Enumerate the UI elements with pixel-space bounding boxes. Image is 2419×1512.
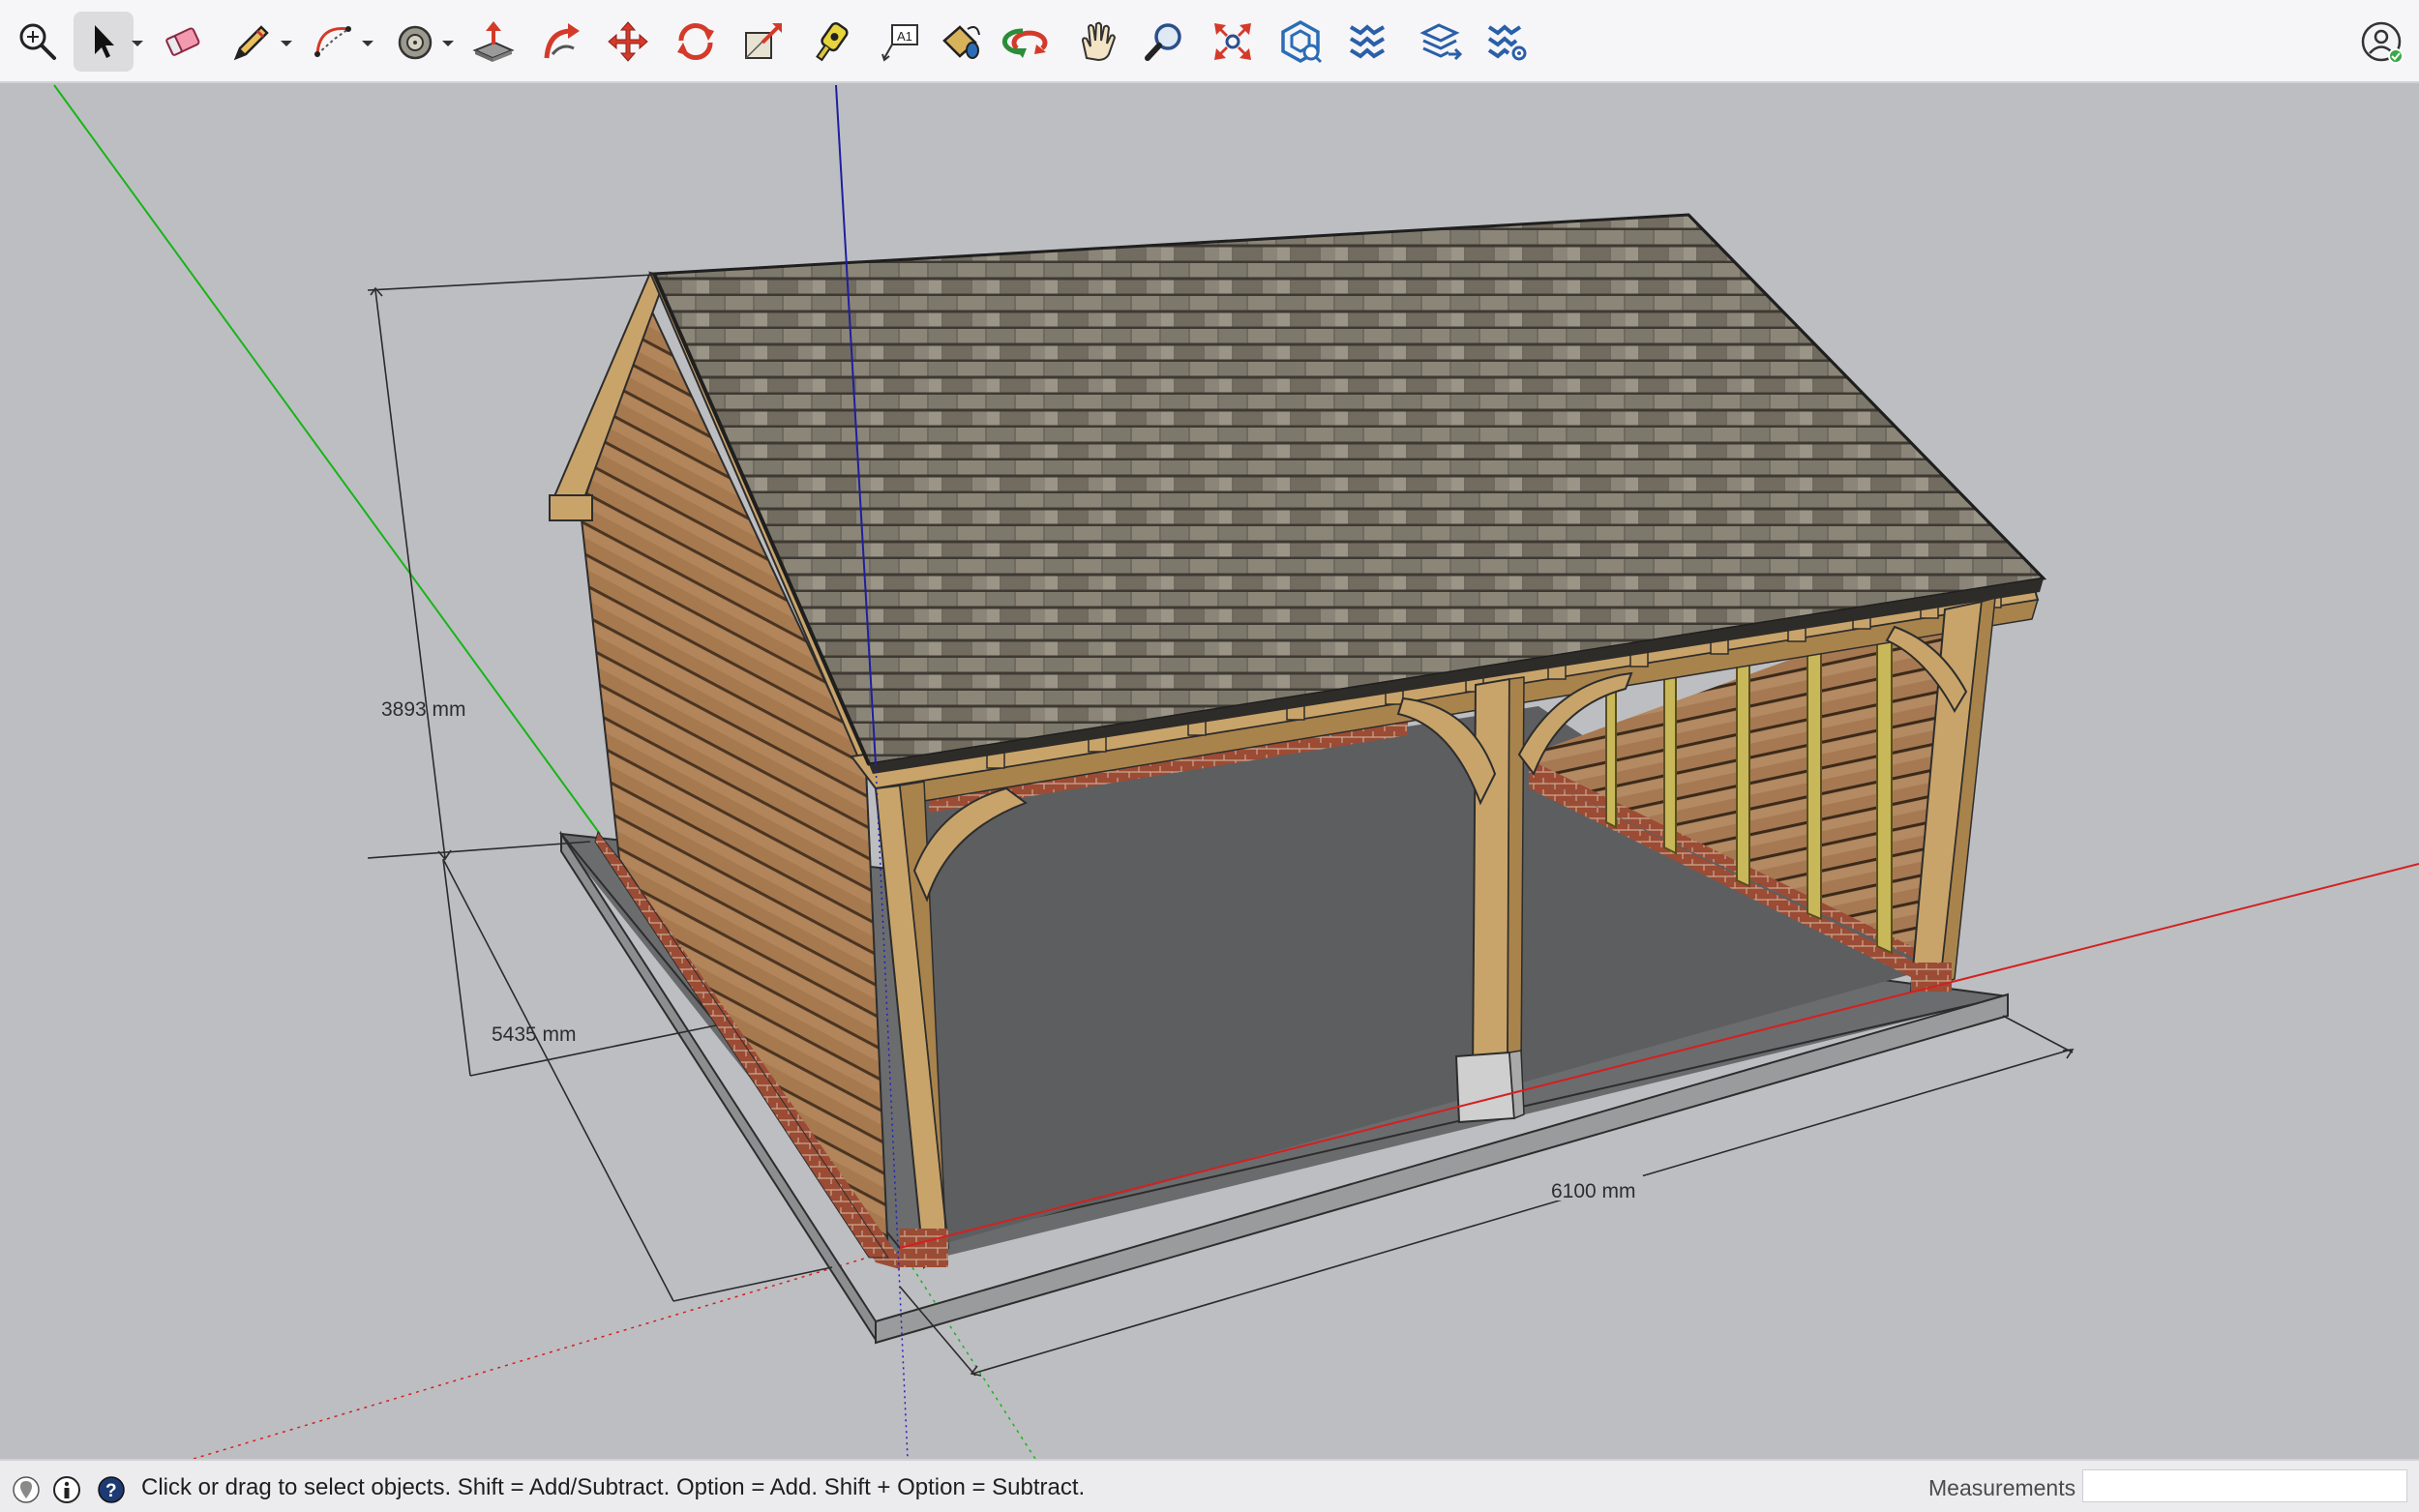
width-dimension-label: 6100 mm	[1551, 1180, 1636, 1202]
rotate-icon	[677, 22, 714, 61]
credits-icon	[53, 1476, 80, 1503]
orbit-icon	[1001, 28, 1048, 58]
tape-measure-tool-button[interactable]	[801, 12, 861, 72]
pan-tool-button[interactable]	[1067, 12, 1127, 72]
green-axis-dotted	[899, 1247, 1036, 1459]
status-message: Click or drag to select objects. Shift =…	[141, 1474, 1086, 1500]
text-tool-button[interactable]: A1	[871, 12, 931, 72]
push-pull-tool-button[interactable]	[463, 12, 523, 72]
layout-send-tool-button[interactable]	[1412, 12, 1472, 72]
follow-me-icon	[544, 23, 580, 59]
zoom-extents-tool-button[interactable]	[1203, 12, 1263, 72]
paint-bucket-tool-button[interactable]	[385, 12, 445, 72]
3d-model-viewport[interactable]: 3893 mm 5435 mm 6100 mm	[0, 83, 2419, 1459]
chevron-down-icon	[362, 41, 373, 46]
line-tool-button[interactable]	[221, 12, 281, 72]
extension-manager-tool-button[interactable]	[1478, 12, 1538, 72]
credits-button[interactable]	[52, 1475, 81, 1504]
pencil-icon	[233, 25, 269, 61]
measurements-label: Measurements	[1928, 1475, 2076, 1500]
scene-canvas[interactable]: 3893 mm 5435 mm 6100 mm	[0, 83, 2419, 1459]
select-tool-button[interactable]	[74, 12, 134, 72]
eraser-tool-button[interactable]	[153, 12, 213, 72]
text-tool-glyph: A1	[897, 29, 912, 44]
layers-send-icon	[1419, 23, 1463, 61]
select-arrow-icon	[95, 25, 114, 58]
hand-icon	[1081, 21, 1117, 62]
arc-tool-dropdown[interactable]	[359, 37, 376, 50]
help-button[interactable]: ?	[97, 1475, 126, 1504]
push-pull-icon	[472, 21, 515, 62]
zoom-magnifier-icon	[1145, 23, 1181, 61]
help-icon: ?	[98, 1476, 125, 1503]
extension-manager-icon	[1487, 24, 1527, 61]
paint-tool-button[interactable]	[931, 12, 991, 72]
arc-icon	[314, 26, 351, 57]
user-account-icon	[2361, 21, 2404, 64]
green-axis	[53, 84, 601, 835]
zoom-extents-icon	[1214, 23, 1251, 60]
follow-me-tool-button[interactable]	[531, 12, 591, 72]
chevron-down-icon	[442, 41, 454, 46]
tape-measure-icon	[816, 21, 849, 62]
rotate-tool-button[interactable]	[666, 12, 726, 72]
account-button[interactable]	[2351, 12, 2411, 72]
move-arrows-icon	[608, 21, 648, 62]
scale-tool-button[interactable]	[733, 12, 793, 72]
line-tool-dropdown[interactable]	[278, 37, 295, 50]
arc-tool-button[interactable]	[304, 12, 364, 72]
orbit-tool-button[interactable]	[1000, 12, 1060, 72]
depth-dimension-label: 5435 mm	[492, 1023, 577, 1046]
paint-bucket-tool-dropdown[interactable]	[439, 37, 457, 50]
magnifier-icon	[19, 23, 56, 60]
eraser-icon	[165, 27, 200, 56]
svg-text:?: ?	[105, 1481, 117, 1501]
measurements-input[interactable]	[2082, 1469, 2407, 1502]
geo-location-icon	[13, 1476, 40, 1503]
main-toolbar: A1	[0, 0, 2419, 83]
zoom-extents-magnifier-button[interactable]	[8, 12, 68, 72]
bucket-icon	[398, 25, 433, 60]
status-bar: ? Click or drag to select objects. Shift…	[0, 1459, 2419, 1512]
red-axis-dotted	[193, 1247, 901, 1459]
zoom-tool-button[interactable]	[1135, 12, 1195, 72]
scale-icon	[745, 23, 782, 59]
extension-warehouse-icon	[1349, 24, 1386, 59]
geo-location-button[interactable]	[12, 1475, 41, 1504]
extension-warehouse-tool-button[interactable]	[1337, 12, 1397, 72]
text-label-icon: A1	[881, 24, 918, 62]
height-dimension-label: 3893 mm	[381, 698, 466, 721]
warehouse-tool-button[interactable]	[1270, 12, 1330, 72]
paint-bucket-icon	[942, 25, 980, 59]
warehouse-icon	[1281, 19, 1323, 64]
chevron-down-icon	[281, 41, 292, 46]
chevron-down-icon	[132, 41, 143, 46]
move-tool-button[interactable]	[598, 12, 658, 72]
select-tool-dropdown[interactable]	[129, 37, 146, 50]
